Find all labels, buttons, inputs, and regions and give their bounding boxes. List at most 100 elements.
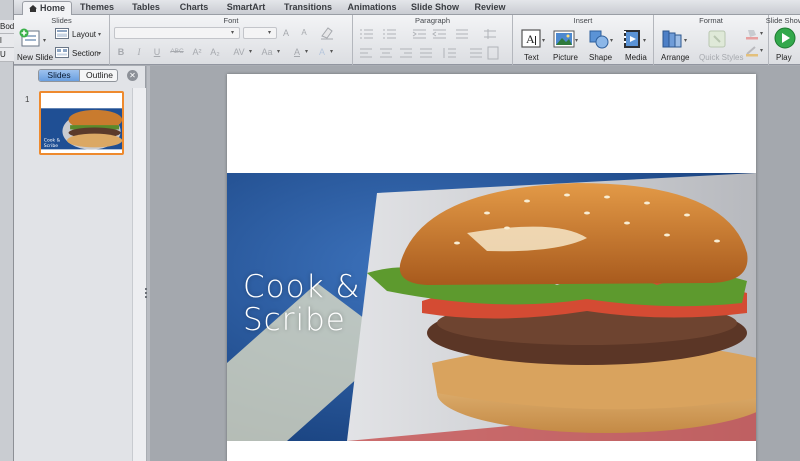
picture-icon[interactable] (553, 28, 575, 50)
superscript-button[interactable]: A² (190, 46, 204, 58)
edge-cell: Bod (0, 20, 14, 34)
font-group: Font ▾ ▾ A A B I U ABC A² A₂ AV ▾ Aa ▾ A… (110, 15, 353, 65)
slide-show-group: Slide Show Play (766, 15, 800, 65)
text-box-icon[interactable]: A (521, 28, 541, 50)
chevron-down-icon[interactable]: ▾ (684, 37, 687, 44)
tab-home-label: Home (39, 3, 65, 13)
group-title-slide-show: Slide Show (765, 16, 800, 25)
left-window-edge: Bod l U (0, 0, 14, 461)
tab-tables[interactable]: Tables (126, 1, 166, 15)
play-button[interactable]: Play (776, 53, 792, 62)
tab-transitions[interactable]: Transitions (280, 1, 336, 15)
layout-button[interactable]: Layout (72, 30, 96, 39)
layout-icon (55, 28, 69, 39)
tab-slides[interactable]: Slides (39, 70, 79, 81)
italic-button[interactable]: I (132, 46, 146, 58)
tab-home[interactable]: Home (22, 1, 72, 15)
slide-title-line-2: Scribe (243, 302, 346, 338)
chevron-down-icon[interactable]: ▾ (268, 29, 271, 36)
chevron-down-icon[interactable]: ▾ (610, 37, 613, 44)
fill-color-icon[interactable] (745, 28, 759, 40)
bold-button[interactable]: B (114, 46, 128, 58)
tab-review[interactable]: Review (470, 1, 510, 15)
font-name-combo[interactable] (114, 27, 240, 39)
paragraph-controls-icon[interactable] (358, 27, 508, 61)
format-group: Format ▾ Arrange Quick Styles ▾ ▾ (654, 15, 769, 65)
close-icon[interactable]: ✕ (127, 70, 138, 81)
sidebar-view-toggle: Slides Outline (38, 69, 118, 82)
chevron-down-icon[interactable]: ▾ (305, 48, 308, 55)
arrange-button[interactable]: Arrange (661, 53, 689, 62)
font-color-button[interactable]: A (290, 46, 304, 58)
slide-title-line-1: Cook & (243, 269, 361, 305)
chevron-down-icon[interactable]: ▾ (760, 30, 763, 37)
line-color-icon[interactable] (745, 45, 759, 57)
group-title-format: Format (699, 16, 723, 25)
group-title-paragraph: Paragraph (414, 16, 451, 25)
character-spacing-button[interactable]: AV (230, 46, 248, 58)
edge-cell: U (0, 48, 14, 62)
svg-text:A: A (526, 32, 535, 46)
slide-canvas: Cook & Scribe (150, 66, 800, 461)
quick-styles-button[interactable]: Quick Styles (699, 53, 743, 62)
play-icon[interactable] (774, 27, 796, 49)
tab-themes[interactable]: Themes (76, 1, 118, 15)
insert-shape-button[interactable]: Shape (589, 53, 612, 62)
arrange-icon[interactable] (661, 28, 683, 50)
chevron-down-icon[interactable]: ▾ (98, 50, 101, 57)
thumbnail-image: Cook & Scribe (41, 93, 122, 153)
new-slide-button[interactable]: New Slide (17, 53, 53, 62)
ribbon-tab-bar: Home Themes Tables Charts SmartArt Trans… (14, 0, 800, 15)
strikethrough-button[interactable]: ABC (168, 46, 186, 58)
slide-title[interactable]: Cook & Scribe (243, 271, 361, 337)
ribbon: Slides ▾ New Slide Layout ▾ Section ▾ Fo… (14, 15, 800, 65)
clear-formatting-icon[interactable] (319, 26, 335, 40)
svg-text:Cook &: Cook & (44, 138, 61, 144)
text-effects-button[interactable]: A (315, 46, 329, 58)
splitter-grip-icon[interactable] (144, 288, 148, 302)
change-case-button[interactable]: Aa (258, 46, 276, 58)
slides-sidebar: Slides Outline ✕ 1 Cook & Scribe (14, 66, 146, 461)
group-title-slides: Slides (51, 16, 72, 25)
new-slide-icon[interactable] (19, 28, 41, 48)
section-button[interactable]: Section (72, 49, 99, 58)
slides-group: Slides ▾ New Slide Layout ▾ Section ▾ (14, 15, 110, 65)
paragraph-group: Paragraph (353, 15, 513, 65)
slide-number: 1 (25, 95, 30, 104)
tab-smartart[interactable]: SmartArt (221, 1, 271, 15)
chevron-down-icon[interactable]: ▾ (277, 48, 280, 55)
tab-charts[interactable]: Charts (174, 1, 214, 15)
underline-button[interactable]: U (150, 46, 164, 58)
slide[interactable]: Cook & Scribe (227, 74, 756, 461)
tab-outline[interactable]: Outline (79, 70, 117, 81)
chevron-down-icon[interactable]: ▾ (643, 37, 646, 44)
tab-slide-show[interactable]: Slide Show (409, 1, 461, 15)
chevron-down-icon[interactable]: ▾ (231, 29, 234, 36)
grow-font-button[interactable]: A (279, 27, 293, 39)
sidebar-scrollbar[interactable] (132, 88, 146, 461)
chevron-down-icon[interactable]: ▾ (330, 48, 333, 55)
edge-cell: l (0, 34, 14, 48)
insert-group: Insert A ▾ Text ▾ Picture ▾ Shape ▾ Medi… (513, 15, 654, 65)
shrink-font-button[interactable]: A (297, 27, 311, 39)
subscript-button[interactable]: A₂ (208, 46, 222, 58)
chevron-down-icon[interactable]: ▾ (542, 37, 545, 44)
quick-styles-icon[interactable] (706, 28, 728, 50)
shape-icon[interactable] (588, 28, 610, 50)
svg-text:Scribe: Scribe (44, 143, 58, 149)
tab-animations[interactable]: Animations (344, 1, 400, 15)
chevron-down-icon[interactable]: ▾ (98, 31, 101, 38)
group-title-insert: Insert (573, 16, 593, 25)
insert-text-button[interactable]: Text (524, 53, 539, 62)
chevron-down-icon[interactable]: ▾ (249, 48, 252, 55)
insert-picture-button[interactable]: Picture (553, 53, 578, 62)
slide-thumbnail[interactable]: Cook & Scribe (39, 91, 124, 155)
font-size-combo[interactable] (243, 27, 277, 39)
section-icon (55, 47, 69, 58)
chevron-down-icon[interactable]: ▾ (43, 37, 46, 44)
chevron-down-icon[interactable]: ▾ (575, 37, 578, 44)
insert-media-button[interactable]: Media (625, 53, 647, 62)
media-icon[interactable] (622, 28, 644, 50)
home-icon (28, 5, 37, 12)
chevron-down-icon[interactable]: ▾ (760, 47, 763, 54)
